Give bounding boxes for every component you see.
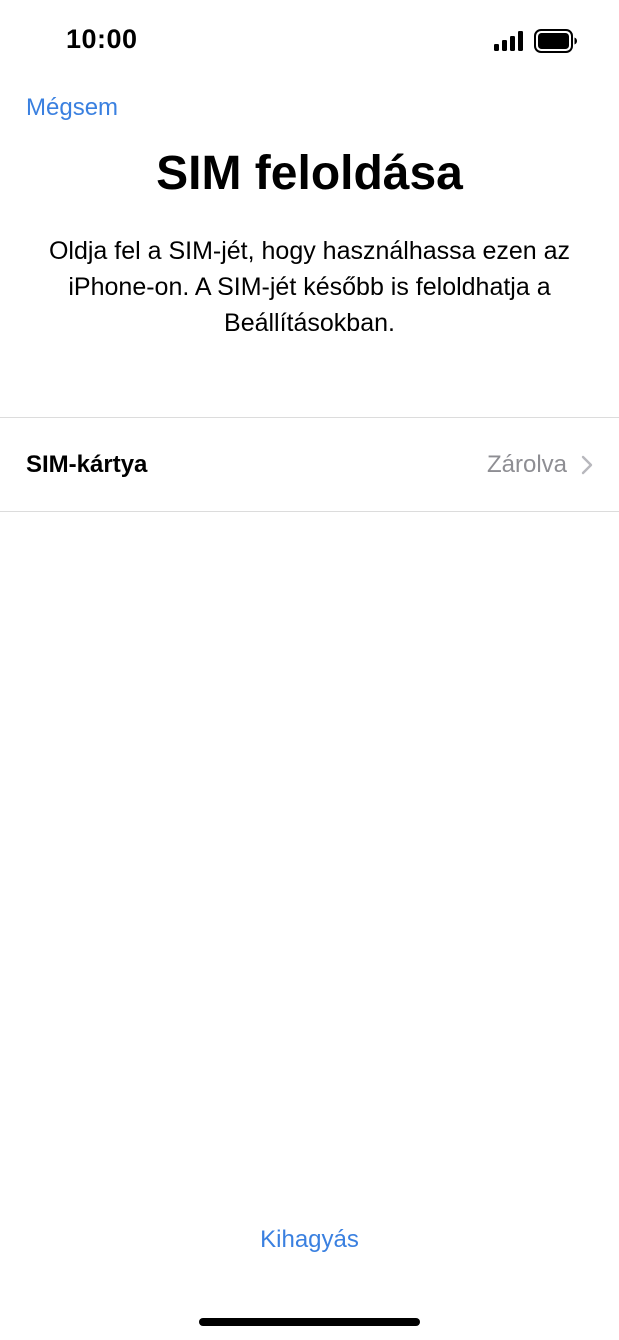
sim-card-status: Zárolva bbox=[486, 451, 567, 478]
home-indicator[interactable] bbox=[199, 1318, 420, 1326]
page-description: Oldja fel a SIM-jét, hogy használhassa e… bbox=[48, 237, 571, 337]
battery-icon bbox=[534, 29, 577, 53]
cellular-signal-icon bbox=[494, 31, 523, 51]
sim-card-row[interactable]: SIM-kártya Zárolva bbox=[0, 417, 619, 512]
sim-card-label: SIM-kártya bbox=[26, 451, 148, 478]
status-bar: 10:00 bbox=[0, 0, 619, 84]
chevron-right-icon bbox=[581, 455, 593, 475]
skip-button[interactable]: Kihagyás bbox=[0, 1226, 619, 1254]
page-title: SIM feloldása bbox=[156, 147, 463, 200]
cancel-button[interactable]: Mégsem bbox=[26, 94, 118, 122]
status-time: 10:00 bbox=[66, 24, 138, 54]
